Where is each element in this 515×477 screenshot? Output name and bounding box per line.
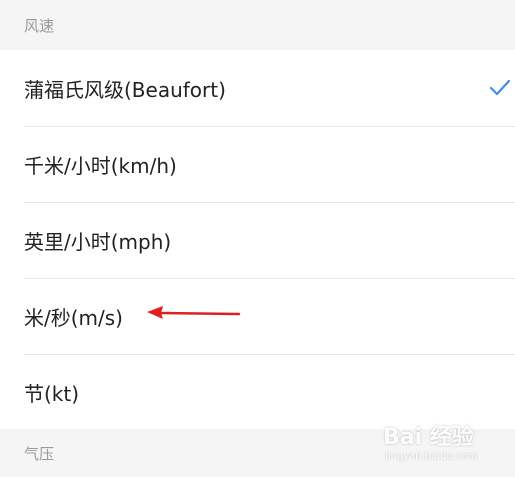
option-label: 千米/小时(km/h) [24, 153, 177, 178]
check-icon [489, 79, 511, 96]
watermark-url: jingyan.baidu.com [385, 451, 478, 462]
section-title: 风速 [24, 16, 55, 35]
option-mph[interactable]: 英里/小时(mph) [0, 202, 515, 278]
option-label: 节(kt) [24, 381, 80, 406]
section-header-wind-speed: 风速 [0, 0, 515, 50]
option-m-per-s[interactable]: 米/秒(m/s) [0, 278, 515, 354]
option-km-per-hour[interactable]: 千米/小时(km/h) [0, 126, 515, 202]
option-beaufort[interactable]: 蒲福氏风级(Beaufort) [0, 50, 515, 126]
settings-page: 风速 蒲福氏风级(Beaufort) 千米/小时(km/h) 英里/小时(mph… [0, 0, 515, 477]
watermark-brand: Bai 经验 [383, 425, 474, 450]
arrow-left-icon [147, 306, 241, 319]
option-label: 蒲福氏风级(Beaufort) [24, 77, 226, 102]
watermark-logo: Bai 经验 jingyan.baidu.com [383, 419, 501, 467]
option-label: 米/秒(m/s) [24, 305, 123, 330]
wind-speed-options: 蒲福氏风级(Beaufort) 千米/小时(km/h) 英里/小时(mph) 米… [0, 50, 515, 430]
section-title: 气压 [24, 444, 55, 463]
option-label: 英里/小时(mph) [24, 229, 172, 254]
